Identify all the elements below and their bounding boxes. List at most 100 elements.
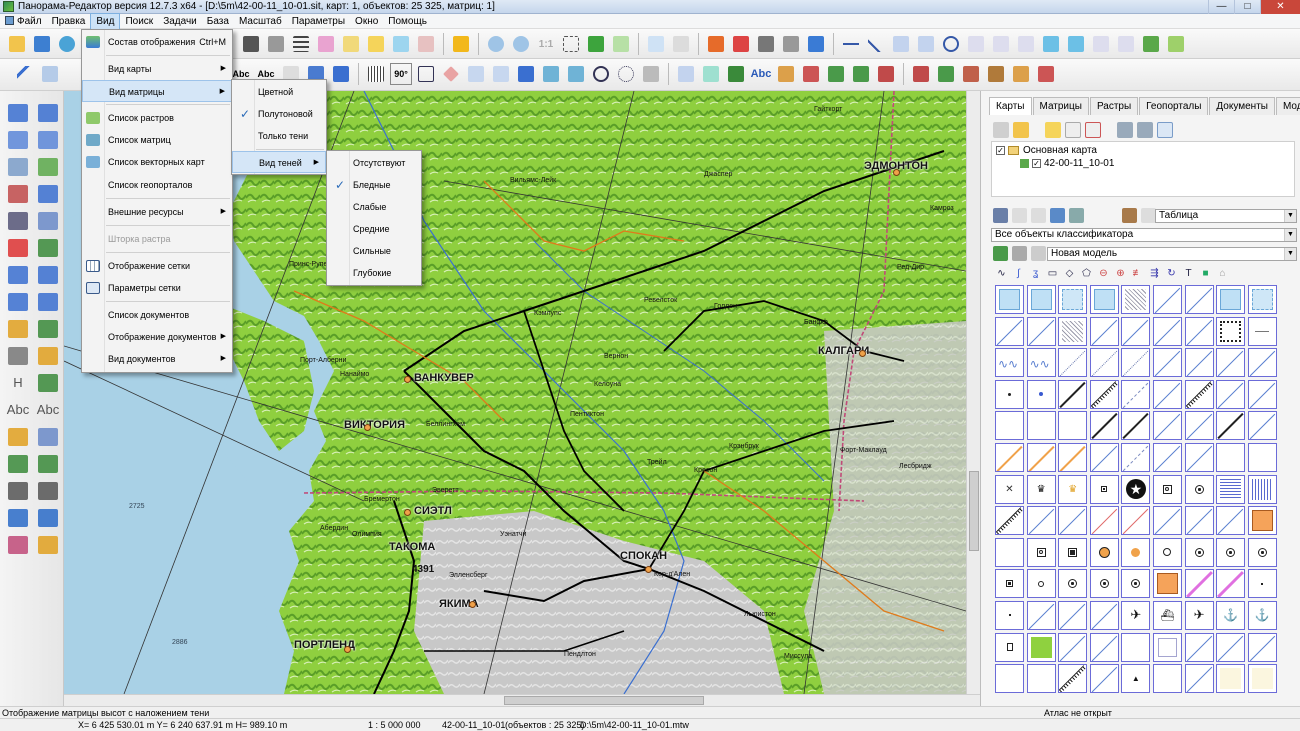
symbol-swatch-line[interactable] <box>1184 285 1214 314</box>
symbol-swatch-line[interactable] <box>1058 632 1088 662</box>
menu-item-display-composition[interactable]: Состав отображения Ctrl+M <box>82 31 232 53</box>
symbol-swatch-line[interactable] <box>1216 348 1246 378</box>
menu-item-geoportal-list[interactable]: Список геопорталов <box>82 174 232 196</box>
open-folder-button[interactable] <box>6 33 28 55</box>
symbol-swatch-tri[interactable]: ▲ <box>1121 664 1151 694</box>
symbol-swatch-thick[interactable] <box>1216 411 1246 441</box>
grid-tool-button[interactable] <box>415 63 437 85</box>
magic-button[interactable] <box>565 63 587 85</box>
symbol-swatch-line[interactable] <box>1247 411 1277 441</box>
shift-red-button[interactable] <box>875 63 897 85</box>
symbol-swatch-line[interactable] <box>1058 600 1088 630</box>
zoom-1-1-button[interactable]: 1:1 <box>535 33 557 55</box>
symbol-swatch-orange-box[interactable] <box>1247 506 1277 536</box>
symbol-swatch-rail[interactable] <box>995 506 1024 536</box>
close-button[interactable]: ✕ <box>1260 0 1300 14</box>
line-node-button[interactable] <box>840 33 862 55</box>
symbol-swatch-crown-o[interactable]: ♛ <box>1058 474 1088 504</box>
objects-icon[interactable] <box>1069 208 1084 223</box>
pencil-button[interactable] <box>330 63 352 85</box>
abc-tool-icon[interactable]: Abc <box>3 396 33 423</box>
symbol-swatch-thick[interactable] <box>1089 411 1119 441</box>
menu-item-document-view[interactable]: Вид документов ▶ <box>82 348 232 370</box>
rotate-90-button[interactable]: 90° <box>390 63 412 85</box>
symbol-swatch-fill-blue-dash[interactable] <box>1058 285 1088 314</box>
delete-tool-icon[interactable] <box>3 234 33 261</box>
print-button[interactable] <box>755 33 777 55</box>
iron-button[interactable] <box>1040 33 1062 55</box>
object-icon[interactable] <box>1050 208 1065 223</box>
symbol-swatch-thick[interactable] <box>1058 379 1088 409</box>
shift-tool-icon[interactable] <box>33 234 63 261</box>
zoom-search-tool-icon[interactable] <box>33 423 63 450</box>
tree-root[interactable]: ✓ Основная карта <box>996 145 1097 156</box>
menu-item-shadow-none[interactable]: Отсутствуют <box>327 152 421 174</box>
polyline-button[interactable] <box>490 63 512 85</box>
tab-documents[interactable]: Документы <box>1209 97 1275 115</box>
symbol-swatch-cream[interactable] <box>1247 664 1277 694</box>
view-mode-select[interactable]: Таблица ▼ <box>1155 209 1297 223</box>
symbol-swatch-line[interactable] <box>1184 316 1214 346</box>
move-red-button[interactable] <box>960 63 982 85</box>
triangle-button[interactable] <box>465 63 487 85</box>
menu-file[interactable]: Файл <box>0 14 47 29</box>
symbol-swatch-empty[interactable] <box>1121 632 1151 662</box>
tree-child[interactable]: ✓ 42-00-11_10-01 <box>1020 158 1114 169</box>
table-button[interactable] <box>515 63 537 85</box>
symbol-swatch-crown[interactable]: ♛ <box>1026 474 1056 504</box>
menu-item-shadow-deep[interactable]: Глубокие <box>327 262 421 284</box>
height-tool-icon[interactable]: H <box>3 369 33 396</box>
graph-line-button[interactable] <box>675 63 697 85</box>
hatch-type-icon[interactable]: ≢ <box>1131 267 1144 280</box>
eraser-alt-button[interactable] <box>340 33 362 55</box>
model-select[interactable]: Новая модель ▼ <box>1047 247 1297 261</box>
symbol-swatch-line[interactable] <box>1089 632 1119 662</box>
close-doc-icon[interactable] <box>1085 122 1101 138</box>
symbol-swatch-stripes[interactable] <box>1216 474 1246 504</box>
symbol-swatch-small-box[interactable] <box>995 632 1024 662</box>
symbol-swatch-line[interactable] <box>1216 632 1246 662</box>
menu-view[interactable]: Вид <box>90 12 121 30</box>
symbol-swatch-line[interactable] <box>1216 379 1246 409</box>
move-point-tool-icon[interactable] <box>33 180 63 207</box>
ruler-tool-icon[interactable] <box>3 315 33 342</box>
title-type-icon[interactable]: T <box>1182 267 1195 280</box>
symbol-swatch-ring-dot[interactable] <box>1121 569 1151 599</box>
select-alt-icon[interactable] <box>1031 208 1046 223</box>
symbol-swatch-empty[interactable] <box>1152 664 1182 694</box>
symbol-swatch-fill-blue[interactable] <box>1089 285 1119 314</box>
symbol-swatch-empty[interactable] <box>1247 442 1277 472</box>
vector-type-icon[interactable]: ⇶ <box>1148 267 1161 280</box>
symbol-swatch-line[interactable] <box>1089 442 1119 472</box>
pen-edit-tool-icon[interactable] <box>33 99 63 126</box>
symbol-swatch-wave[interactable]: ∿∿ <box>995 348 1024 378</box>
symbol-swatch-ring-dot[interactable] <box>1058 569 1088 599</box>
tag-type-icon[interactable]: ◇ <box>1063 267 1076 280</box>
tape-tool-icon[interactable] <box>33 315 63 342</box>
symbol-swatch-line[interactable] <box>1089 664 1119 694</box>
bracket-button[interactable] <box>1090 33 1112 55</box>
add-eraser-button[interactable] <box>365 33 387 55</box>
shift-green-alt-button[interactable] <box>850 63 872 85</box>
symbol-swatch-line[interactable] <box>1184 411 1214 441</box>
symbol-swatch-plane[interactable]: ✈ <box>1184 600 1214 630</box>
symbol-swatch-hatch[interactable] <box>1058 316 1088 346</box>
menu-item-grid-settings[interactable]: Параметры сетки <box>82 277 232 299</box>
polygon-type-icon[interactable]: ⬠ <box>1080 267 1093 280</box>
move-cross-button[interactable] <box>910 63 932 85</box>
magnet-tool-icon[interactable] <box>3 180 33 207</box>
symbol-swatch-orange[interactable] <box>995 442 1024 472</box>
scroll-thumb[interactable] <box>969 471 979 551</box>
zoom-out-button[interactable] <box>485 33 507 55</box>
symbol-swatch-fill-blue-dash[interactable] <box>1247 285 1277 314</box>
symbol-swatch-thick[interactable] <box>1121 411 1151 441</box>
menu-item-document-display[interactable]: Отображение документов ▶ <box>82 326 232 348</box>
template-type-icon[interactable]: ■ <box>1199 267 1212 280</box>
brush-button[interactable] <box>705 33 727 55</box>
symbol-swatch-ship[interactable]: ⛴ <box>1152 600 1182 630</box>
symbol-swatch-line[interactable] <box>1152 379 1182 409</box>
menu-item-shadows-only[interactable]: Только тени <box>232 125 326 147</box>
symbol-swatch-dot-line[interactable] <box>1089 348 1119 378</box>
symbol-swatch-orange[interactable] <box>1058 442 1088 472</box>
measure-tool-icon[interactable] <box>33 207 63 234</box>
